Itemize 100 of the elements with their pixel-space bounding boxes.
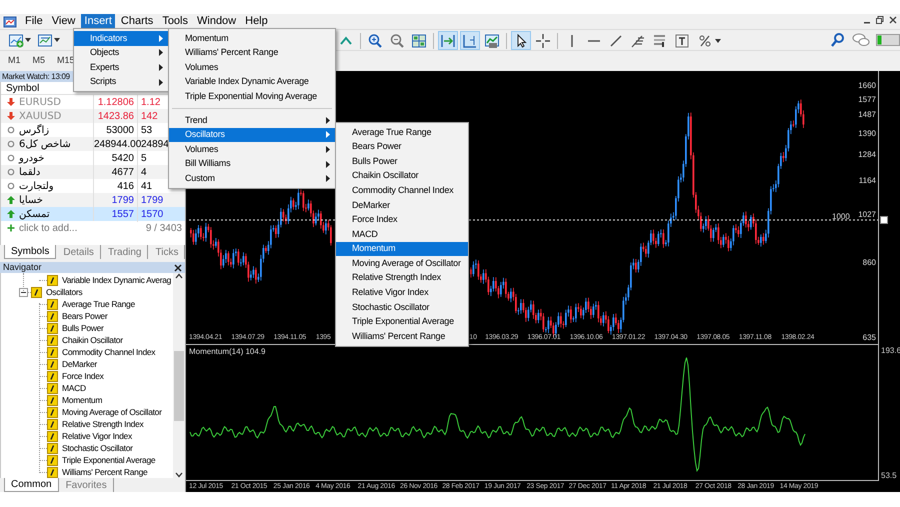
symbol-cell-text: شاخص کل6 — [19, 138, 71, 152]
tab[interactable]: Favorites — [60, 478, 114, 492]
search-icon[interactable] — [830, 32, 846, 48]
timeframe-button[interactable]: M5 — [30, 54, 48, 68]
tree-item[interactable]: Relative Strength Index — [62, 418, 144, 430]
tree-item[interactable]: Force Index — [62, 370, 104, 382]
chat-icon[interactable] — [852, 32, 870, 48]
caret-icon — [25, 38, 31, 42]
tree-item[interactable]: Bears Power — [62, 310, 108, 322]
level-label: 1000 — [832, 212, 850, 221]
timeframe-button[interactable]: M1 — [6, 54, 23, 68]
indicator-icon — [47, 394, 58, 406]
collapse-icon[interactable] — [19, 288, 28, 296]
tree-item[interactable]: Momentum — [62, 394, 102, 406]
menu-item[interactable]: Variable Index Dynamic Average — [169, 74, 335, 90]
ask-cell-text: 5 — [140, 152, 147, 166]
tab[interactable]: Common — [4, 478, 59, 492]
indicator-icon — [47, 358, 58, 370]
indicator-icon — [47, 322, 58, 334]
tree-item[interactable]: Chaikin Oscillator — [62, 334, 123, 346]
tree-item[interactable]: Williams' Percent Range — [62, 466, 148, 478]
tree-item[interactable]: Oscillators — [46, 286, 82, 298]
menu-item[interactable]: Relative Strength Index — [336, 270, 468, 286]
indicator-scale-label: 53.5 — [881, 471, 897, 480]
menu-item[interactable]: Average True Range — [336, 125, 468, 140]
close-icon[interactable] — [174, 264, 182, 272]
indicator-icon — [47, 382, 58, 394]
add-symbol-link[interactable]: click to add... — [19, 220, 78, 236]
app-icon — [3, 16, 17, 28]
tab[interactable]: Symbols — [4, 245, 56, 259]
menu-item[interactable]: Experts — [74, 60, 168, 75]
menu-item[interactable]: Chaikin Oscillator — [336, 168, 468, 184]
tree-item[interactable]: MACD — [62, 382, 86, 394]
scroll-up-icon[interactable] — [175, 273, 183, 279]
menu-item[interactable]: Indicators — [74, 31, 168, 46]
crosshair-icon — [535, 32, 551, 48]
indicator-icon — [47, 310, 58, 322]
text-tool-icon — [674, 32, 690, 48]
restore-icon[interactable] — [875, 15, 885, 25]
price-label: 1164 — [858, 176, 876, 185]
menu-item[interactable]: Commodity Channel Index — [336, 183, 468, 198]
trend-line-icon — [608, 32, 624, 48]
scrollbar-thumb[interactable] — [174, 351, 184, 421]
level-marker-icon[interactable] — [880, 216, 888, 224]
toolbar-button[interactable] — [511, 31, 531, 50]
price-label: 1027 — [858, 210, 876, 219]
ask-cell-text: 53 — [140, 124, 152, 138]
tab[interactable]: Ticks — [149, 245, 186, 259]
menu-item[interactable]: Moving Average of Oscillator — [336, 256, 468, 271]
tree-item[interactable]: Relative Vigor Index — [62, 430, 132, 442]
symbol-cell-text: دلقما — [19, 166, 40, 180]
menu-item[interactable]: Force Index — [336, 212, 468, 228]
scroll-down-icon[interactable] — [175, 472, 183, 478]
menu-item[interactable]: Oscillators — [169, 128, 335, 142]
menu-item[interactable]: DeMarker — [336, 198, 468, 213]
menu-item[interactable]: Momentum — [169, 31, 335, 46]
menu-item[interactable]: Help — [242, 14, 271, 29]
tree-item[interactable]: Bulls Power — [62, 322, 104, 334]
menu-item[interactable]: Tools — [159, 14, 191, 29]
menu-item[interactable]: File — [22, 14, 46, 29]
price-label: 1390 — [858, 129, 876, 138]
menu-item[interactable]: View — [48, 14, 78, 29]
menu-item[interactable]: Insert — [81, 14, 115, 29]
circle-icon — [7, 182, 15, 190]
tab[interactable]: Trading — [102, 245, 148, 259]
menu-item[interactable]: Williams' Percent Range — [336, 329, 468, 344]
tab[interactable]: Details — [57, 245, 101, 259]
folder-icon — [31, 286, 42, 298]
circle-icon — [7, 140, 15, 148]
toolbar-button[interactable] — [533, 31, 553, 50]
plus-icon — [7, 224, 15, 232]
menu-item[interactable]: Bulls Power — [336, 154, 468, 169]
menu-item[interactable]: MACD — [336, 227, 468, 242]
close-icon[interactable] — [888, 15, 898, 25]
tree-item[interactable]: Variable Index Dynamic Averag — [62, 274, 172, 286]
ask-cell-text: 4 — [140, 166, 147, 180]
menu-item[interactable]: Volumes — [169, 60, 335, 75]
tree-item[interactable]: DeMarker — [62, 358, 97, 370]
menu-item[interactable]: Bears Power — [336, 140, 468, 154]
indicator-icon — [47, 406, 58, 418]
price-label: 1487 — [858, 110, 876, 119]
menu-item[interactable]: Triple Exponential Average — [336, 314, 468, 330]
ask-cell-text: 41 — [140, 180, 152, 194]
menu-item[interactable]: Scripts — [74, 74, 168, 90]
tree-item[interactable]: Stochastic Oscillator — [62, 442, 133, 454]
menu-item[interactable]: Stochastic Oscillator — [336, 300, 468, 315]
tree-item[interactable]: Moving Average of Oscillator — [62, 406, 162, 418]
symbol-cell-text: ولتجارت — [19, 180, 54, 194]
menu-item[interactable]: Relative Vigor Index — [336, 286, 468, 300]
menu-item[interactable]: Momentum — [336, 242, 468, 256]
menu-item[interactable]: Objects — [74, 46, 168, 60]
tree-item[interactable]: Average True Range — [62, 298, 135, 310]
menu-item[interactable]: Window — [194, 14, 240, 29]
tree-item[interactable]: Commodity Channel Index — [62, 346, 156, 358]
tree-item[interactable]: Triple Exponential Average — [62, 454, 156, 466]
scrollbar[interactable] — [173, 273, 185, 478]
price-label: 635 — [862, 333, 876, 342]
menu-item[interactable]: Williams' Percent Range — [169, 46, 335, 60]
circle-icon — [7, 154, 15, 162]
menu-item[interactable]: Charts — [118, 14, 156, 29]
